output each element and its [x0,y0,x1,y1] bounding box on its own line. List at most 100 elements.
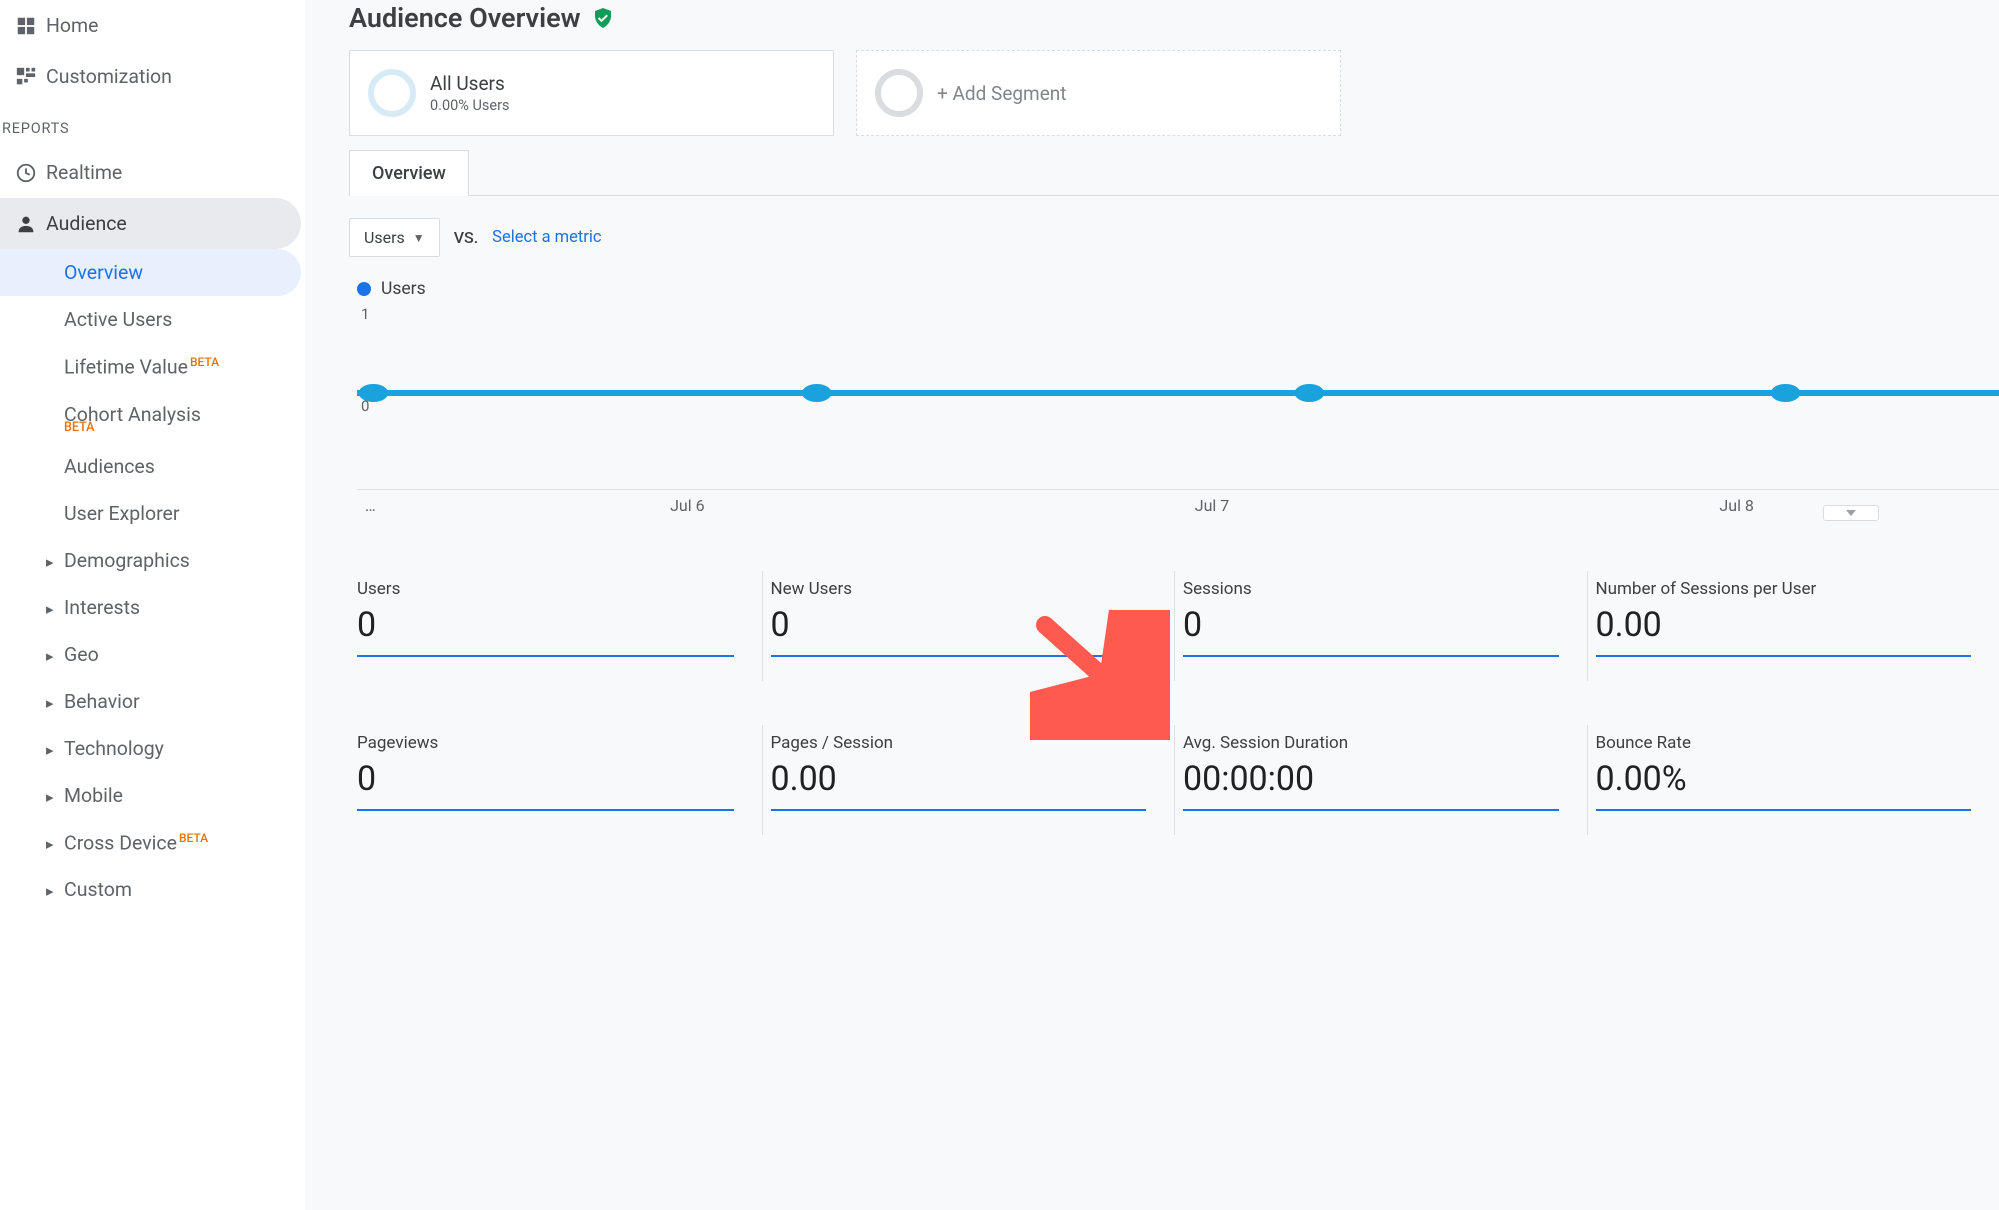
x-tick-1: Jul 6 [425,496,950,515]
select-secondary-metric[interactable]: Select a metric [492,228,601,247]
metric-value: 0 [1183,605,1559,645]
metric-value: 0.00% [1596,759,1972,799]
metric-value: 0 [357,759,734,799]
metric-value: 0 [771,605,1147,645]
beta-badge: BETA [179,831,208,845]
legend-dot-icon [357,282,371,296]
sidebar-sub-mobile[interactable]: ▸Mobile [0,772,301,819]
segment-ring-icon [875,69,923,117]
metric-label: Users [357,579,734,599]
x-tick-2: Jul 7 [950,496,1475,515]
metric-label: New Users [771,579,1147,599]
metric-users[interactable]: Users 0 [349,571,762,681]
metric-sessions[interactable]: Sessions 0 [1174,571,1587,681]
segment-row: All Users 0.00% Users + Add Segment [349,50,1999,136]
metric-sessions-per-user[interactable]: Number of Sessions per User 0.00 [1587,571,1999,681]
metric-pageviews[interactable]: Pageviews 0 [349,725,762,835]
metric-value: 0.00 [1596,605,1972,645]
line-chart [357,305,1999,485]
metrics-grid: Users 0 New Users 0 Sessions 0 Number of… [349,571,1999,835]
metric-value: 0.00 [771,759,1147,799]
segment-subtitle: 0.00% Users [430,97,509,114]
sparkline-placeholder [1183,655,1559,657]
add-segment-label: + Add Segment [937,82,1067,105]
sidebar-sub-cross-device[interactable]: ▸Cross DeviceBETA [0,819,301,867]
sparkline-placeholder [357,809,734,811]
metric-label: Avg. Session Duration [1183,733,1559,753]
sidebar-section-reports: REPORTS [0,102,305,147]
sidebar-item-customization[interactable]: Customization [0,51,301,102]
sidebar: Home Customization REPORTS Realtime Audi… [0,0,305,1210]
sidebar-sub-lifetime-value[interactable]: Lifetime ValueBETA [0,343,301,391]
sidebar-item-label: Home [46,14,98,37]
sidebar-item-realtime[interactable]: Realtime [0,147,301,198]
sidebar-item-label: Customization [46,65,172,88]
sidebar-sub-geo[interactable]: ▸Geo [0,631,301,678]
metric-label: Number of Sessions per User [1596,579,1972,599]
chart-legend: Users [349,275,1999,305]
sidebar-sub-audiences[interactable]: Audiences [0,443,301,490]
sparkline-placeholder [771,655,1147,657]
caret-right-icon: ▸ [46,694,60,712]
page-title: Audience Overview [349,2,581,34]
caret-right-icon: ▸ [46,741,60,759]
sidebar-sub-overview[interactable]: Overview [0,249,301,296]
sidebar-sub-custom[interactable]: ▸Custom [0,866,301,913]
sparkline-placeholder [1596,655,1972,657]
chart-expand-handle[interactable] [1823,505,1879,521]
sparkline-placeholder [1596,809,1972,811]
sparkline-placeholder [1183,809,1559,811]
sidebar-sub-behavior[interactable]: ▸Behavior [0,678,301,725]
caret-right-icon: ▸ [46,553,60,571]
sidebar-item-audience[interactable]: Audience [0,198,301,249]
caret-right-icon: ▸ [46,788,60,806]
home-icon [6,15,46,37]
legend-label: Users [381,279,426,299]
vs-label: VS. [454,228,478,247]
tab-overview[interactable]: Overview [349,150,469,196]
metric-label: Pageviews [357,733,734,753]
sidebar-sub-interests[interactable]: ▸Interests [0,584,301,631]
metric-pages-per-session[interactable]: Pages / Session 0.00 [762,725,1175,835]
sidebar-item-home[interactable]: Home [0,0,301,51]
metric-bounce-rate[interactable]: Bounce Rate 0.00% [1587,725,1999,835]
metric-label: Bounce Rate [1596,733,1972,753]
chart-area: 1 0 … Jul 6 Jul 7 Jul 8 [349,305,1999,515]
y-tick-0: 0 [361,397,369,415]
metric-avg-session-duration[interactable]: Avg. Session Duration 00:00:00 [1174,725,1587,835]
sparkline-placeholder [771,809,1147,811]
chevron-down-icon: ▼ [413,231,425,245]
x-tick-0: … [365,496,425,515]
y-tick-1: 1 [361,305,369,323]
segment-title: All Users [430,72,509,95]
sidebar-item-label: Audience [46,212,127,235]
metric-value: 0 [357,605,734,645]
metric-label: Pages / Session [771,733,1147,753]
metric-label: Sessions [1183,579,1559,599]
clock-icon [6,162,46,184]
sparkline-placeholder [357,655,734,657]
sidebar-sub-demographics[interactable]: ▸Demographics [0,537,301,584]
caret-right-icon: ▸ [46,600,60,618]
sidebar-sub-user-explorer[interactable]: User Explorer [0,490,301,537]
x-axis: … Jul 6 Jul 7 Jul 8 [357,489,1999,515]
sidebar-sub-active-users[interactable]: Active Users [0,296,301,343]
x-tick-3: Jul 8 [1474,496,1999,515]
add-segment-button[interactable]: + Add Segment [856,50,1341,136]
metric-value: 00:00:00 [1183,759,1559,799]
chart-controls: Users ▼ VS. Select a metric [349,196,1999,275]
sidebar-sub-technology[interactable]: ▸Technology [0,725,301,772]
beta-badge: BETA [190,355,219,369]
page-title-row: Audience Overview [349,0,1999,50]
main-content: Audience Overview All Users 0.00% Users … [305,0,1999,1210]
caret-right-icon: ▸ [46,882,60,900]
person-icon [6,213,46,235]
sidebar-item-label: Realtime [46,161,122,184]
primary-metric-dropdown[interactable]: Users ▼ [349,218,440,257]
metric-new-users[interactable]: New Users 0 [762,571,1175,681]
verified-shield-icon [591,6,615,30]
tab-strip: Overview [349,150,1999,196]
caret-right-icon: ▸ [46,835,60,853]
caret-right-icon: ▸ [46,647,60,665]
segment-all-users[interactable]: All Users 0.00% Users [349,50,834,136]
